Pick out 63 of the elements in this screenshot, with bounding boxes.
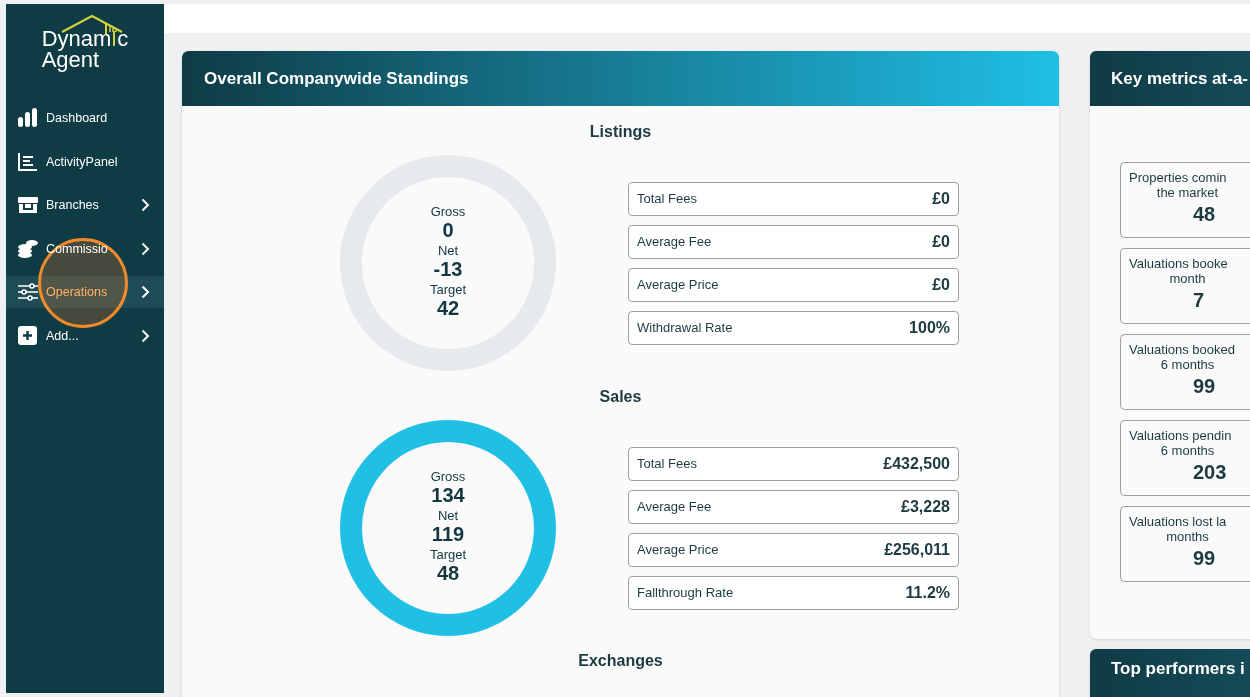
logo-text: Dynam bbox=[41, 28, 112, 49]
card-title: Key metrics at-a- bbox=[1111, 68, 1248, 89]
metric-label: Valuations lost la bbox=[1128, 514, 1228, 529]
row-label: Total Fees bbox=[637, 456, 697, 471]
logo-text: Agent bbox=[41, 49, 100, 70]
metric-value: 48 bbox=[1192, 203, 1217, 226]
row-value: £0 bbox=[932, 275, 950, 294]
metric-label: months bbox=[1165, 529, 1210, 544]
row-label: Average Price bbox=[637, 542, 719, 557]
metric-label: month bbox=[1168, 271, 1207, 286]
card-title: Overall Companywide Standings bbox=[204, 68, 469, 89]
section-title: Sales bbox=[598, 388, 643, 406]
stat-label: Target bbox=[429, 547, 467, 562]
stat-label: Gross bbox=[430, 204, 466, 219]
row-value: £256,011 bbox=[884, 540, 950, 559]
row-value: £432,500 bbox=[883, 454, 950, 473]
card-title: Top performers i bbox=[1111, 659, 1245, 679]
row-value: £0 bbox=[932, 232, 950, 251]
nav-item[interactable]: Operations bbox=[6, 276, 164, 308]
row-label: Average Fee bbox=[637, 499, 712, 514]
stat-value: 42 bbox=[436, 296, 460, 319]
bar-chart-icon bbox=[17, 108, 39, 128]
row-label: Withdrawal Rate bbox=[637, 320, 733, 335]
section-title: Listings bbox=[588, 123, 653, 141]
metric-label: Valuations pendin bbox=[1128, 428, 1233, 443]
metric-value: 7 bbox=[1192, 289, 1206, 312]
plus-icon bbox=[17, 325, 39, 346]
row-label: Fallthrough Rate bbox=[637, 585, 734, 600]
metric-value: 99 bbox=[1192, 547, 1217, 570]
nav-item[interactable]: ActivityPanel bbox=[6, 145, 164, 178]
logo-text: c bbox=[117, 28, 129, 49]
stat-value: 134 bbox=[431, 483, 465, 506]
metric-label: 6 months bbox=[1159, 443, 1216, 458]
stat-value: 48 bbox=[436, 561, 460, 584]
row-label: Average Fee bbox=[637, 234, 712, 249]
metric-label: Properties comin bbox=[1128, 170, 1228, 185]
sliders-icon bbox=[17, 282, 39, 302]
metric-label: Valuations booke bbox=[1128, 256, 1229, 271]
row-label: Total Fees bbox=[637, 191, 697, 206]
nav-item[interactable]: Dashboard bbox=[6, 102, 164, 134]
stat-value: 119 bbox=[431, 522, 465, 545]
shop-icon bbox=[17, 195, 39, 215]
row-value: 100% bbox=[909, 318, 950, 337]
stat-label: Net bbox=[437, 243, 459, 258]
list-icon bbox=[17, 151, 39, 172]
nav-item[interactable]: Branches bbox=[6, 189, 164, 221]
row-value: 11.2% bbox=[905, 583, 950, 602]
stat-label: Target bbox=[429, 282, 467, 297]
row-label: Average Price bbox=[637, 277, 719, 292]
row-value: £0 bbox=[932, 189, 950, 208]
coins-icon bbox=[17, 238, 39, 259]
metric-label: the market bbox=[1155, 185, 1220, 200]
metric-value: 203 bbox=[1192, 461, 1228, 484]
stat-value: -13 bbox=[433, 257, 463, 280]
section-title: Exchanges bbox=[577, 652, 664, 670]
nav-item[interactable]: Add... bbox=[6, 319, 164, 352]
stat-value: 0 bbox=[442, 218, 454, 241]
metric-value: 99 bbox=[1192, 375, 1217, 398]
stat-label: Gross bbox=[430, 469, 466, 484]
metric-label: 6 months bbox=[1159, 357, 1216, 372]
row-value: £3,228 bbox=[901, 497, 950, 516]
stat-label: Net bbox=[437, 508, 459, 523]
metric-label: Valuations booked bbox=[1128, 342, 1236, 357]
